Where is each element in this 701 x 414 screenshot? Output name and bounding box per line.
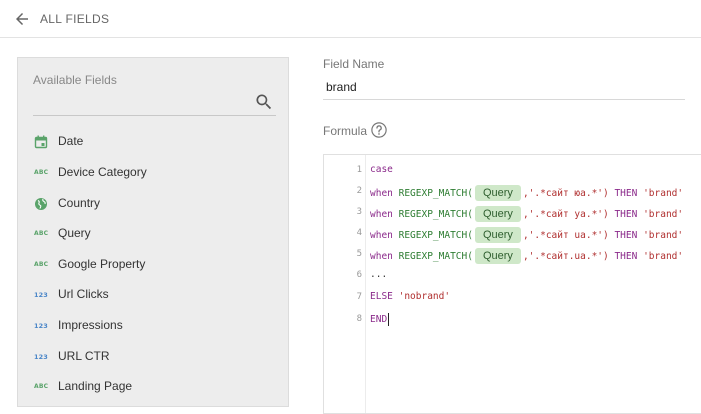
keyword-token: when <box>370 188 399 199</box>
field-item-google-property[interactable]: ABC Google Property <box>18 252 288 278</box>
code-text: when REGEXP_MATCH(Query ,'.*сайт юа.*') T… <box>370 185 683 201</box>
field-label: Url Clicks <box>58 287 109 301</box>
keyword-token: THEN <box>608 230 644 241</box>
function-token: REGEXP_MATCH( <box>398 188 473 199</box>
code-line: 5 when REGEXP_MATCH(Query ,'.*сайт.ua.*')… <box>324 245 701 265</box>
text-type-icon: ABC <box>34 261 49 268</box>
code-line: 1 case <box>324 161 701 181</box>
keyword-token: when <box>370 209 399 220</box>
code-text: ELSE 'nobrand' <box>370 291 450 302</box>
keyword-token: THEN <box>608 251 644 262</box>
keyword-token: THEN <box>608 188 644 199</box>
keyword-token: ELSE <box>370 291 399 302</box>
line-number: 1 <box>356 165 362 175</box>
line-number: 3 <box>356 207 362 217</box>
field-item-url-ctr[interactable]: 123 URL CTR <box>18 344 288 370</box>
number-type-icon: 123 <box>34 353 48 361</box>
string-token: 'brand' <box>643 230 684 241</box>
field-label: Date <box>58 134 84 148</box>
field-item-landing-page[interactable]: ABC Landing Page <box>18 374 288 400</box>
number-type-icon: 123 <box>34 291 48 299</box>
globe-icon <box>35 198 47 210</box>
available-fields-title: Available Fields <box>33 73 117 87</box>
line-number: 6 <box>356 270 362 280</box>
string-token: 'brand' <box>643 209 684 220</box>
formula-editor[interactable]: 1 case 2 when REGEXP_MATCH(Query ,'.*сайт… <box>323 154 701 414</box>
help-icon[interactable] <box>370 121 388 139</box>
all-fields-link[interactable]: ALL FIELDS <box>40 12 109 26</box>
line-number: 7 <box>356 292 362 302</box>
line-number: 2 <box>356 186 362 196</box>
field-label: URL CTR <box>58 349 110 363</box>
calendar-icon <box>34 135 48 149</box>
field-item-device-category[interactable]: ABC Device Category <box>18 160 288 186</box>
code-text: when REGEXP_MATCH(Query ,'.*сайт уа.*') T… <box>370 206 683 222</box>
keyword-token: END <box>370 314 388 325</box>
string-token: 'nobrand' <box>398 291 451 302</box>
keyword-token: THEN <box>608 209 644 220</box>
field-chip-query[interactable]: Query <box>474 185 521 201</box>
field-label: Country <box>58 196 101 210</box>
code-line: 8 END <box>324 310 701 330</box>
number-type-icon: 123 <box>34 322 48 330</box>
line-number: 4 <box>356 228 362 238</box>
keyword-token: when <box>370 230 399 241</box>
string-token: ,'.*сайт ua.*') <box>522 230 609 241</box>
code-text: case <box>370 164 393 175</box>
search-icon[interactable] <box>254 92 274 112</box>
code-text: when REGEXP_MATCH(Query ,'.*сайт ua.*') T… <box>370 227 683 243</box>
code-text: END <box>370 313 390 326</box>
field-item-country[interactable]: Country <box>18 191 288 217</box>
text-type-icon: ABC <box>34 230 49 237</box>
string-token: ,'.*сайт юа.*') <box>522 188 609 199</box>
field-chip-query[interactable]: Query <box>474 206 521 222</box>
keyword-token: when <box>370 251 399 262</box>
keyword-token: case <box>370 164 393 175</box>
function-token: REGEXP_MATCH( <box>398 251 473 262</box>
field-name-underline <box>323 99 685 100</box>
formula-label: Formula <box>323 124 368 138</box>
function-token: REGEXP_MATCH( <box>398 209 473 220</box>
code-text: when REGEXP_MATCH(Query ,'.*сайт.ua.*') T… <box>370 248 683 264</box>
search-underline <box>33 115 276 116</box>
code-line: 6 ... <box>324 266 701 286</box>
field-name-input[interactable]: brand <box>326 80 357 94</box>
field-name-label: Field Name <box>323 57 385 71</box>
code-line: 4 when REGEXP_MATCH(Query ,'.*сайт ua.*')… <box>324 224 701 244</box>
function-token: REGEXP_MATCH( <box>398 230 473 241</box>
code-text: ... <box>370 269 387 280</box>
field-label: Device Category <box>58 165 147 179</box>
available-fields-panel: Available Fields Date ABC Device Categor… <box>17 57 289 407</box>
field-item-impressions[interactable]: 123 Impressions <box>18 313 288 339</box>
code-line: 3 when REGEXP_MATCH(Query ,'.*сайт уа.*')… <box>324 203 701 223</box>
string-token: 'brand' <box>643 251 684 262</box>
field-label: Query <box>58 226 91 240</box>
field-item-url-clicks[interactable]: 123 Url Clicks <box>18 282 288 308</box>
text-cursor <box>388 313 390 326</box>
text-type-icon: ABC <box>34 383 49 390</box>
string-token: 'brand' <box>643 188 684 199</box>
string-token: ,'.*сайт уа.*') <box>522 209 609 220</box>
ellipsis-token: ... <box>370 269 388 280</box>
line-number: 5 <box>356 249 362 259</box>
field-item-query[interactable]: ABC Query <box>18 221 288 247</box>
field-item-date[interactable]: Date <box>18 129 288 155</box>
top-bar: ALL FIELDS <box>0 0 701 38</box>
line-number: 8 <box>356 314 362 324</box>
field-chip-query[interactable]: Query <box>474 248 521 264</box>
code-line: 2 when REGEXP_MATCH(Query ,'.*сайт юа.*')… <box>324 182 701 202</box>
field-label: Landing Page <box>58 379 133 393</box>
back-arrow-icon[interactable] <box>13 10 31 28</box>
field-label: Impressions <box>58 318 123 332</box>
field-label: Google Property <box>58 257 146 271</box>
field-chip-query[interactable]: Query <box>474 227 521 243</box>
string-token: ,'.*сайт.ua.*') <box>522 251 609 262</box>
text-type-icon: ABC <box>34 169 49 176</box>
code-line: 7 ELSE 'nobrand' <box>324 288 701 308</box>
